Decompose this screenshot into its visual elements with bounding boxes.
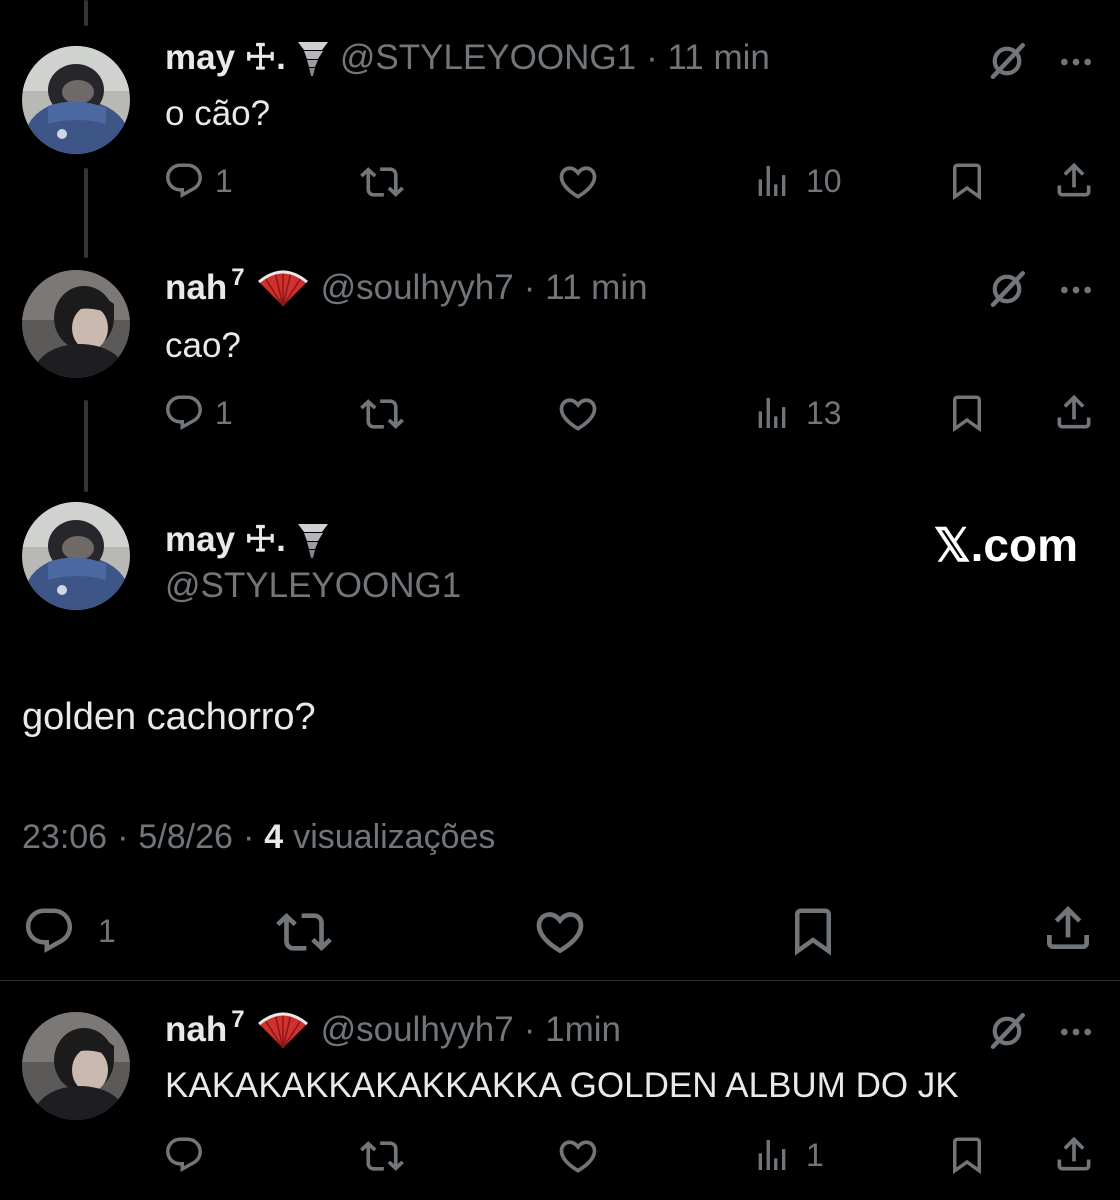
share-button[interactable] bbox=[1052, 158, 1096, 202]
user-handle[interactable]: @STYLEYOONG1 bbox=[340, 38, 636, 78]
share-button[interactable] bbox=[1052, 1132, 1096, 1176]
views-button[interactable]: 13 bbox=[752, 392, 842, 434]
reply-icon bbox=[163, 1134, 205, 1176]
user-handle[interactable]: @soulhyyh7 bbox=[321, 268, 514, 308]
share-button[interactable] bbox=[1040, 900, 1096, 956]
views-icon bbox=[752, 1134, 792, 1176]
meta-separator: · bbox=[117, 818, 129, 856]
user-handle[interactable]: @soulhyyh7 bbox=[321, 1010, 514, 1050]
tweet-text: KAKAKAKKAKAKKAKKA GOLDEN ALBUM DO JK bbox=[165, 1066, 959, 1105]
user-handle[interactable]: @STYLEYOONG1 bbox=[165, 566, 461, 606]
grok-icon[interactable] bbox=[986, 1010, 1028, 1052]
bookmark-button[interactable] bbox=[946, 1134, 988, 1176]
retweet-icon bbox=[276, 904, 332, 960]
avatar[interactable] bbox=[22, 46, 130, 154]
fan-emoji bbox=[255, 268, 311, 308]
reply-count: 1 bbox=[215, 162, 233, 199]
reply-count: 1 bbox=[215, 394, 233, 431]
thread-line-2 bbox=[84, 400, 88, 492]
more-icon[interactable] bbox=[1056, 270, 1096, 310]
thread-line-1 bbox=[84, 168, 88, 258]
views-count: 1 bbox=[806, 1136, 824, 1173]
like-button[interactable] bbox=[556, 160, 600, 204]
like-button[interactable] bbox=[556, 1134, 600, 1178]
retweet-icon bbox=[360, 1134, 404, 1178]
tornado-emoji bbox=[296, 38, 330, 78]
avatar[interactable] bbox=[22, 1012, 130, 1120]
share-icon bbox=[1052, 158, 1096, 202]
like-icon bbox=[556, 392, 600, 436]
name-superscript: 7 bbox=[231, 1006, 245, 1033]
display-name[interactable]: may ☩. bbox=[165, 520, 286, 560]
tweet-meta: 23:06 · 5/8/26 · 4 visualizações bbox=[22, 818, 495, 857]
tweet-text: cao? bbox=[165, 326, 241, 365]
views-button[interactable]: 1 bbox=[752, 1134, 824, 1176]
tweet-time[interactable]: · 11 min bbox=[524, 268, 648, 308]
bookmark-button[interactable] bbox=[946, 392, 988, 434]
like-icon bbox=[532, 904, 588, 960]
meta-separator: · bbox=[242, 818, 255, 856]
like-button[interactable] bbox=[556, 392, 600, 436]
more-icon[interactable] bbox=[1056, 42, 1096, 82]
views-label: visualizações bbox=[293, 818, 496, 856]
bookmark-button[interactable] bbox=[946, 160, 988, 202]
avatar[interactable] bbox=[22, 502, 130, 610]
retweet-button[interactable] bbox=[360, 1134, 404, 1178]
like-icon bbox=[556, 160, 600, 204]
divider bbox=[0, 980, 1120, 981]
views-button[interactable]: 10 bbox=[752, 160, 842, 202]
tornado-emoji bbox=[296, 520, 330, 560]
name-superscript: 7 bbox=[231, 264, 245, 291]
grok-icon[interactable] bbox=[986, 40, 1028, 82]
tweet-time[interactable]: · 1min bbox=[524, 1010, 621, 1050]
share-icon bbox=[1052, 390, 1096, 434]
retweet-button[interactable] bbox=[360, 160, 404, 204]
display-name[interactable]: may ☩. bbox=[165, 38, 286, 78]
bookmark-icon bbox=[946, 1134, 988, 1176]
more-icon[interactable] bbox=[1056, 1012, 1096, 1052]
reply-button[interactable]: 1 bbox=[163, 392, 233, 434]
views-count: 4 bbox=[264, 818, 284, 856]
share-icon bbox=[1052, 1132, 1096, 1176]
bookmark-icon bbox=[946, 392, 988, 434]
grok-icon[interactable] bbox=[986, 268, 1028, 310]
thread-line-top bbox=[84, 0, 88, 26]
tweet-text: o cão? bbox=[165, 94, 271, 133]
share-icon bbox=[1040, 900, 1096, 956]
reply-button[interactable] bbox=[163, 1134, 205, 1176]
display-name[interactable]: nah bbox=[165, 268, 227, 308]
tweet-time[interactable]: · 11 min bbox=[646, 38, 770, 78]
reply-button[interactable]: 1 bbox=[163, 160, 233, 202]
retweet-icon bbox=[360, 392, 404, 436]
bookmark-icon bbox=[786, 904, 840, 958]
views-icon bbox=[752, 160, 792, 202]
tweet-date[interactable]: 5/8/26 bbox=[138, 818, 233, 857]
views-count: 10 bbox=[806, 162, 842, 199]
reply-count: 1 bbox=[98, 912, 116, 949]
share-button[interactable] bbox=[1052, 390, 1096, 434]
fan-emoji bbox=[255, 1010, 311, 1050]
reply-icon bbox=[163, 392, 205, 434]
views-icon bbox=[752, 392, 792, 434]
like-icon bbox=[556, 1134, 600, 1178]
tweet-text: golden cachorro? bbox=[22, 696, 316, 738]
like-button[interactable] bbox=[532, 904, 588, 960]
retweet-button[interactable] bbox=[360, 392, 404, 436]
tweet-time[interactable]: 23:06 bbox=[22, 818, 107, 857]
retweet-icon bbox=[360, 160, 404, 204]
reply-icon bbox=[163, 160, 205, 202]
bookmark-button[interactable] bbox=[786, 904, 840, 958]
views-count: 13 bbox=[806, 394, 842, 431]
display-name[interactable]: nah bbox=[165, 1010, 227, 1050]
bookmark-icon bbox=[946, 160, 988, 202]
x-brand-logo: 𝕏.com bbox=[933, 519, 1078, 571]
reply-icon bbox=[22, 904, 76, 958]
retweet-button[interactable] bbox=[276, 904, 332, 960]
avatar[interactable] bbox=[22, 270, 130, 378]
reply-button[interactable]: 1 bbox=[22, 904, 116, 958]
